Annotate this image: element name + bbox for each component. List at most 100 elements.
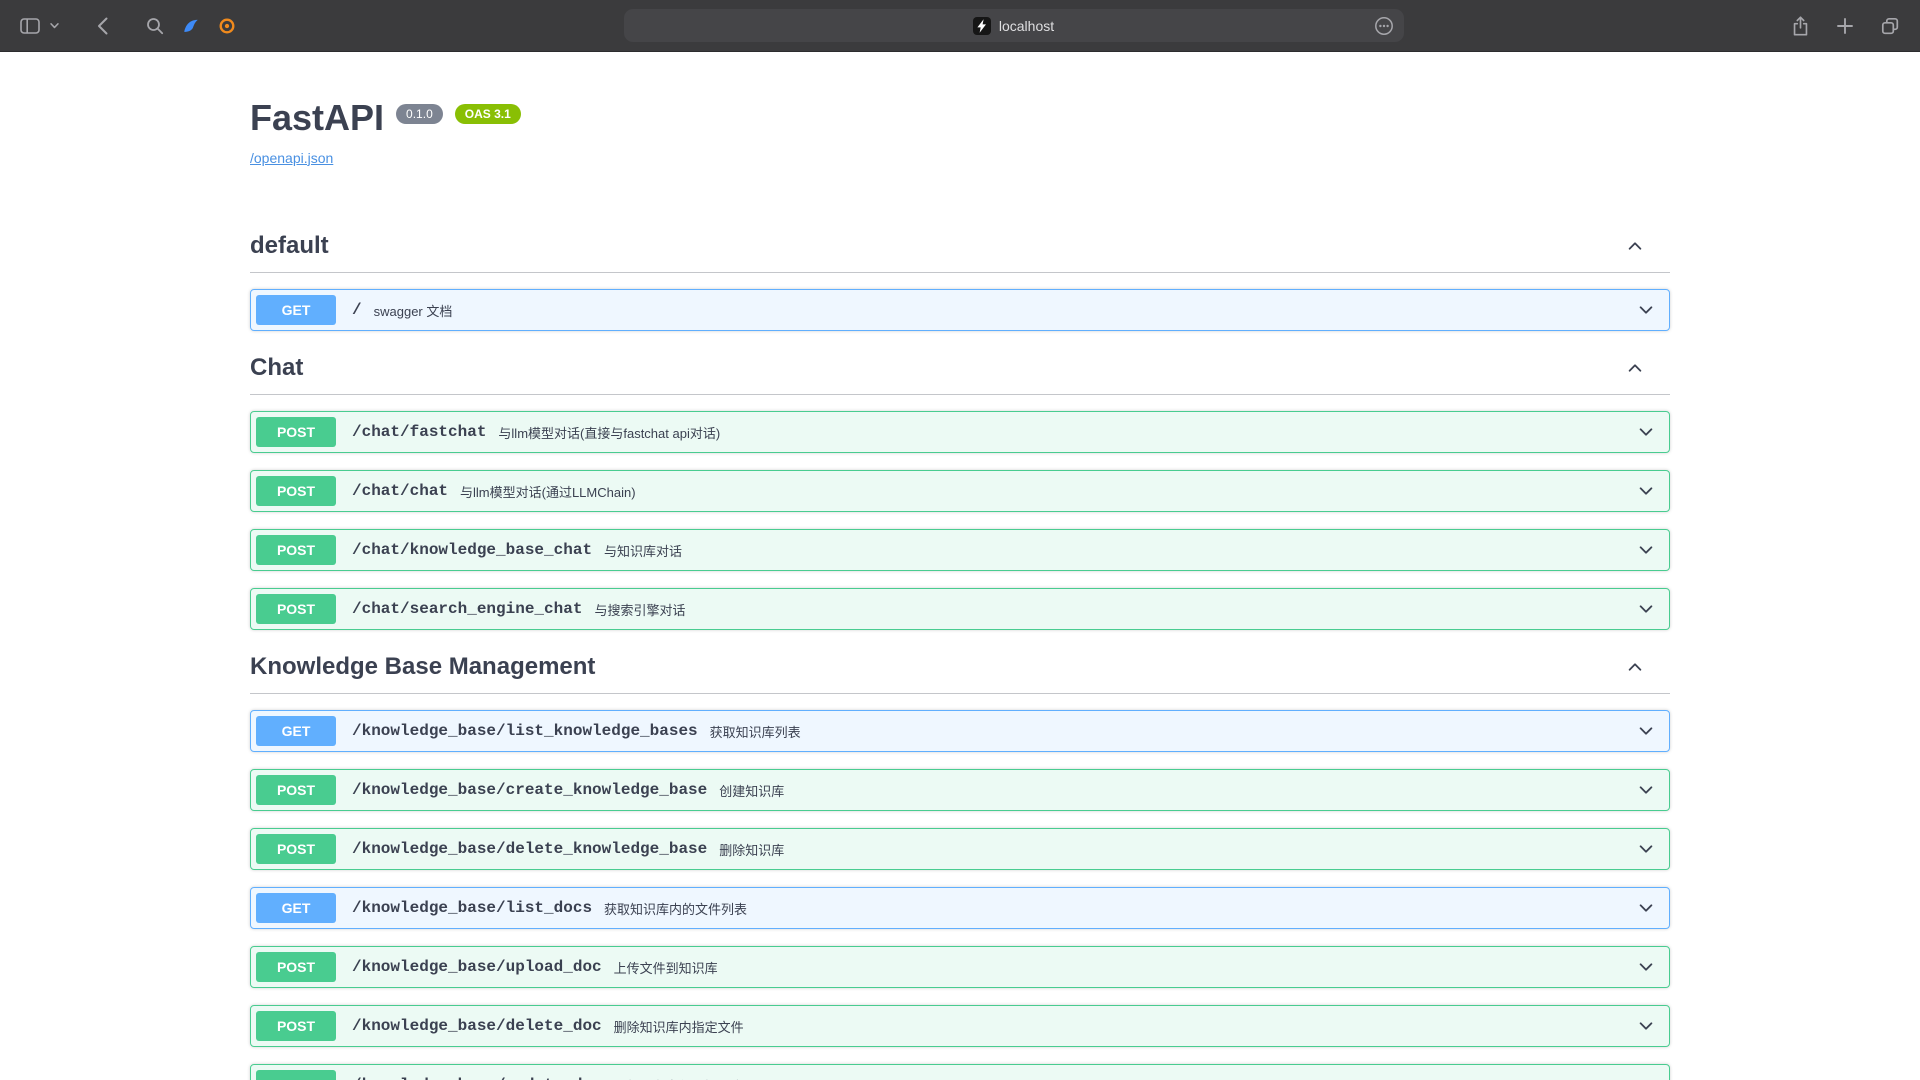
operation-row[interactable]: POST /chat/search_engine_chat 与搜索引擎对话: [250, 588, 1670, 630]
operation-path: /chat/search_engine_chat: [352, 600, 582, 618]
operation-path: /knowledge_base/delete_knowledge_base: [352, 840, 707, 858]
api-sections: default GET / swagger 文档 Chat POST /chat…: [250, 226, 1670, 1080]
section-operations: GET / swagger 文档: [250, 289, 1670, 331]
operation-description: 与llm模型对话(通过LLMChain): [460, 480, 1625, 501]
method-badge: POST: [256, 594, 336, 624]
section-title: Knowledge Base Management: [250, 653, 595, 681]
share-icon: [1791, 15, 1810, 37]
section-header[interactable]: default: [250, 226, 1670, 273]
operation-description: 更新现有文件到知识库: [614, 1074, 1625, 1080]
operation-description: 与llm模型对话(直接与fastchat api对话): [498, 421, 1625, 442]
address-bar[interactable]: localhost: [624, 9, 1404, 42]
back-button[interactable]: [93, 13, 112, 39]
operation-path: /chat/fastchat: [352, 423, 486, 441]
orange-extension-icon: [218, 17, 236, 35]
operation-path: /knowledge_base/update_doc: [352, 1076, 602, 1080]
operation-path: /knowledge_base/delete_doc: [352, 1017, 602, 1035]
orange-extension-button[interactable]: [214, 13, 240, 39]
chevron-left-icon: [97, 17, 108, 35]
operation-row[interactable]: POST /knowledge_base/delete_doc 删除知识库内指定…: [250, 1005, 1670, 1047]
oas-badge: OAS 3.1: [455, 104, 521, 124]
method-badge: POST: [256, 476, 336, 506]
operation-row[interactable]: GET / swagger 文档: [250, 289, 1670, 331]
method-badge: POST: [256, 952, 336, 982]
site-favicon: [973, 17, 991, 35]
browser-toolbar: localhost: [0, 0, 1920, 52]
chevron-down-icon[interactable]: [1637, 1076, 1655, 1080]
section-title: Chat: [250, 354, 303, 382]
tab-overview-icon: [1880, 16, 1900, 36]
operation-row[interactable]: POST /knowledge_base/delete_knowledge_ba…: [250, 828, 1670, 870]
operation-path: /knowledge_base/upload_doc: [352, 958, 602, 976]
operation-description: 删除知识库: [719, 838, 1625, 859]
operation-row[interactable]: POST /knowledge_base/create_knowledge_ba…: [250, 769, 1670, 811]
chevron-down-icon[interactable]: [1637, 423, 1655, 441]
api-info: FastAPI 0.1.0 OAS 3.1 /openapi.json: [250, 52, 1670, 168]
new-tab-button[interactable]: [1832, 13, 1858, 39]
api-section: Knowledge Base Management GET /knowledge…: [250, 647, 1670, 1080]
chevron-down-icon: [50, 23, 59, 29]
operation-description: 创建知识库: [719, 779, 1625, 800]
operation-description: 获取知识库内的文件列表: [604, 897, 1625, 918]
chevron-down-icon[interactable]: [1637, 301, 1655, 319]
method-badge: POST: [256, 417, 336, 447]
chevron-up-icon[interactable]: [1626, 237, 1644, 255]
operation-description: 获取知识库列表: [710, 720, 1625, 741]
chevron-down-icon[interactable]: [1637, 781, 1655, 799]
swagger-page: FastAPI 0.1.0 OAS 3.1 /openapi.json defa…: [0, 52, 1920, 1080]
chevron-down-icon[interactable]: [1637, 958, 1655, 976]
operation-path: /knowledge_base/list_knowledge_bases: [352, 722, 698, 740]
tab-group-chevron-button[interactable]: [46, 19, 63, 33]
operation-description: swagger 文档: [374, 299, 1625, 320]
operation-row[interactable]: POST /chat/chat 与llm模型对话(通过LLMChain): [250, 470, 1670, 512]
operation-path: /knowledge_base/list_docs: [352, 899, 592, 917]
method-badge: POST: [256, 775, 336, 805]
operation-row[interactable]: GET /knowledge_base/list_docs 获取知识库内的文件列…: [250, 887, 1670, 929]
chevron-down-icon[interactable]: [1637, 1017, 1655, 1035]
operation-description: 与知识库对话: [604, 539, 1625, 560]
operation-row[interactable]: GET /knowledge_base/list_knowledge_bases…: [250, 710, 1670, 752]
chevron-up-icon[interactable]: [1626, 658, 1644, 676]
method-badge: POST: [256, 834, 336, 864]
search-icon: [146, 17, 164, 35]
method-badge: GET: [256, 716, 336, 746]
blue-extension-button[interactable]: [178, 13, 204, 39]
method-badge: POST: [256, 1070, 336, 1080]
ellipsis-circle-icon: [1374, 16, 1394, 36]
operation-path: /chat/knowledge_base_chat: [352, 541, 592, 559]
url-text: localhost: [999, 18, 1054, 34]
section-operations: GET /knowledge_base/list_knowledge_bases…: [250, 710, 1670, 1080]
page-title: FastAPI 0.1.0 OAS 3.1: [250, 98, 1670, 138]
operation-description: 与搜索引擎对话: [594, 598, 1625, 619]
operation-row[interactable]: POST /knowledge_base/upload_doc 上传文件到知识库: [250, 946, 1670, 988]
sidebar-toggle-button[interactable]: [16, 14, 44, 38]
section-header[interactable]: Knowledge Base Management: [250, 647, 1670, 694]
method-badge: POST: [256, 535, 336, 565]
section-operations: POST /chat/fastchat 与llm模型对话(直接与fastchat…: [250, 411, 1670, 630]
method-badge: GET: [256, 295, 336, 325]
api-section: Chat POST /chat/fastchat 与llm模型对话(直接与fas…: [250, 348, 1670, 630]
operation-path: /: [352, 301, 362, 319]
operation-row[interactable]: POST /chat/fastchat 与llm模型对话(直接与fastchat…: [250, 411, 1670, 453]
openapi-json-link[interactable]: /openapi.json: [250, 150, 333, 166]
operation-row[interactable]: POST /knowledge_base/update_doc 更新现有文件到知…: [250, 1064, 1670, 1080]
chevron-down-icon[interactable]: [1637, 899, 1655, 917]
operation-row[interactable]: POST /chat/knowledge_base_chat 与知识库对话: [250, 529, 1670, 571]
chevron-up-icon[interactable]: [1626, 359, 1644, 377]
operation-path: /knowledge_base/create_knowledge_base: [352, 781, 707, 799]
section-header[interactable]: Chat: [250, 348, 1670, 395]
chevron-down-icon[interactable]: [1637, 541, 1655, 559]
chevron-down-icon[interactable]: [1637, 722, 1655, 740]
page-menu-button[interactable]: [1370, 12, 1398, 40]
tab-overview-button[interactable]: [1876, 12, 1904, 40]
blue-extension-icon: [182, 17, 200, 35]
api-title-text: FastAPI: [250, 98, 384, 138]
section-title: default: [250, 232, 329, 260]
share-button[interactable]: [1787, 11, 1814, 41]
chevron-down-icon[interactable]: [1637, 840, 1655, 858]
chevron-down-icon[interactable]: [1637, 600, 1655, 618]
chevron-down-icon[interactable]: [1637, 482, 1655, 500]
search-button[interactable]: [142, 13, 168, 39]
operation-description: 删除知识库内指定文件: [614, 1015, 1625, 1036]
plus-icon: [1836, 17, 1854, 35]
